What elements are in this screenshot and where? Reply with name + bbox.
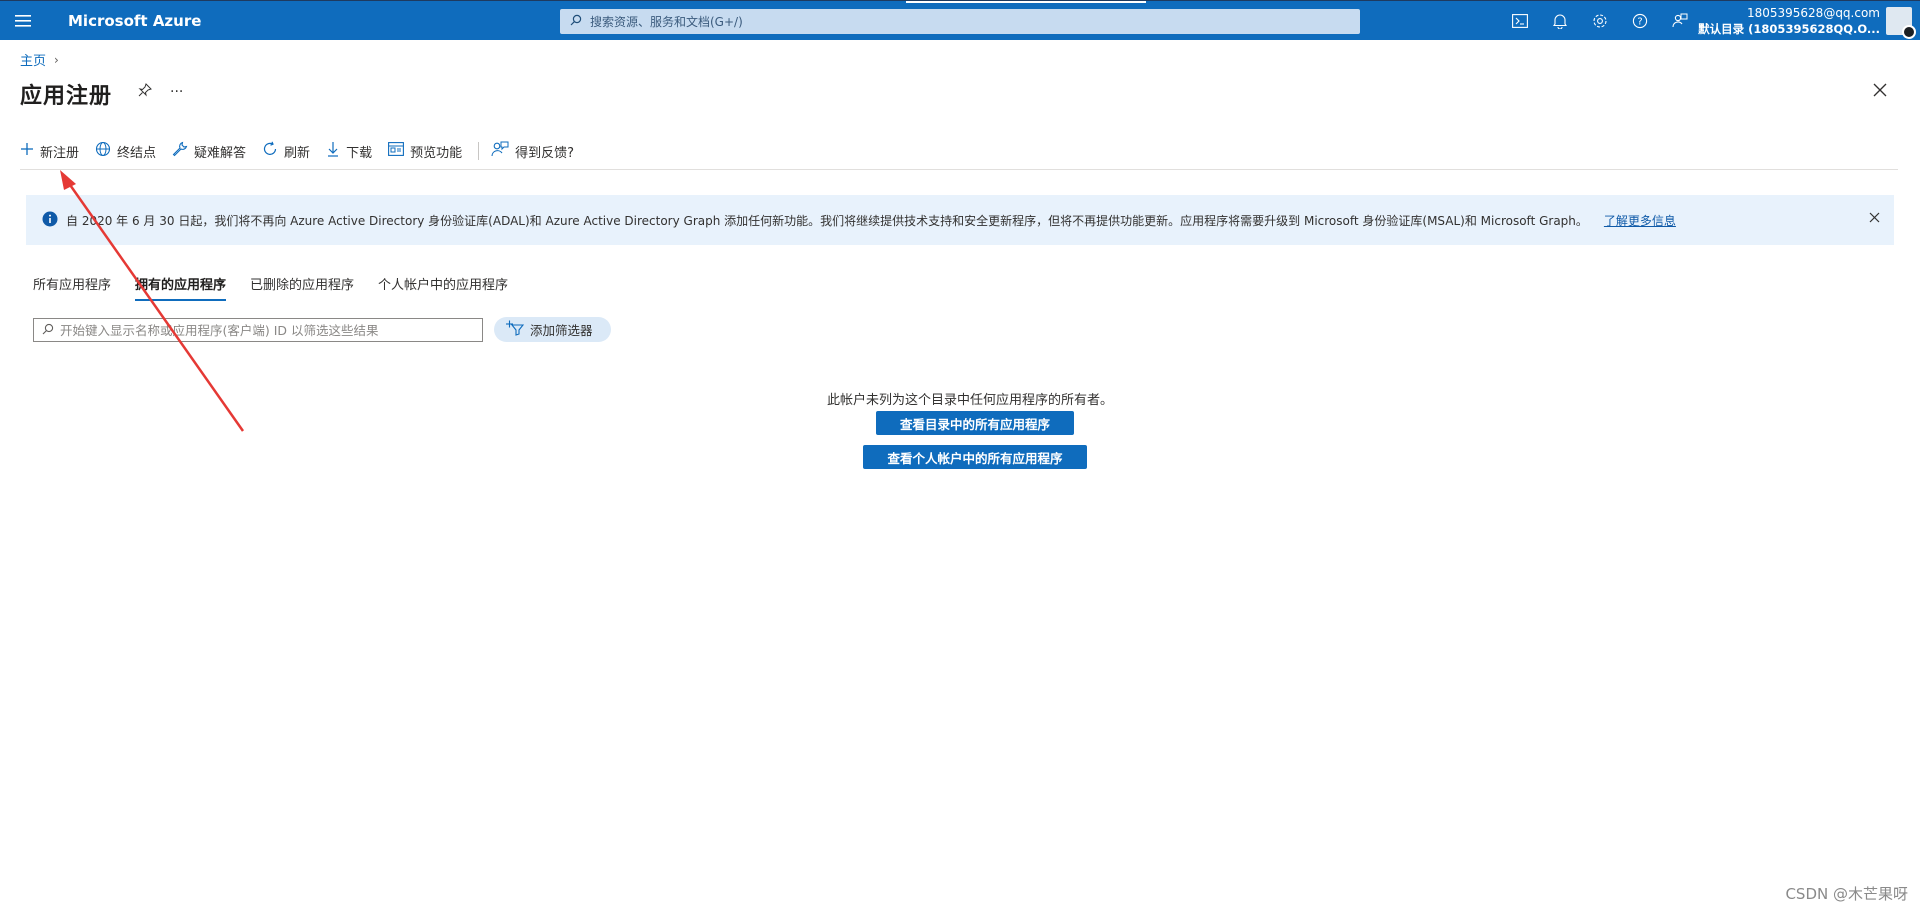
more-actions-button[interactable]: ··· bbox=[170, 84, 183, 100]
command-bar: 新注册 终结点 疑难解答 刷新 下载 预览功能 得到反馈? bbox=[20, 139, 590, 163]
breadcrumb-home-link[interactable]: 主页 bbox=[20, 50, 46, 69]
new-registration-button[interactable]: 新注册 bbox=[20, 142, 79, 161]
feedback-button[interactable]: 得到反馈? bbox=[491, 141, 574, 161]
hamburger-menu-icon[interactable] bbox=[0, 1, 46, 41]
toolbar-divider-line bbox=[20, 169, 1898, 170]
github-badge-icon bbox=[1902, 25, 1916, 39]
brand-title[interactable]: Microsoft Azure bbox=[68, 12, 201, 30]
refresh-icon bbox=[262, 141, 284, 161]
filter-add-icon bbox=[506, 320, 530, 339]
plus-icon bbox=[20, 142, 40, 160]
info-banner: 自 2020 年 6 月 30 日起，我们将不再向 Azure Active D… bbox=[26, 195, 1894, 245]
troubleshoot-button[interactable]: 疑难解答 bbox=[172, 141, 246, 161]
banner-text: 自 2020 年 6 月 30 日起，我们将不再向 Azure Active D… bbox=[66, 213, 1588, 228]
view-all-personal-apps-button[interactable]: 查看个人帐户中的所有应用程序 bbox=[863, 445, 1087, 469]
search-icon bbox=[570, 14, 582, 29]
account-email: 1805395628@qq.com bbox=[1746, 6, 1880, 20]
preview-features-button[interactable]: 预览功能 bbox=[388, 142, 462, 161]
chevron-right-icon: › bbox=[54, 52, 59, 67]
top-bar: Microsoft Azure 搜索资源、服务和文档(G+/) ? 180539… bbox=[0, 0, 1920, 40]
troubleshoot-label: 疑难解答 bbox=[194, 145, 247, 161]
search-placeholder: 搜索资源、服务和文档(G+/) bbox=[590, 15, 743, 29]
endpoints-button[interactable]: 终结点 bbox=[95, 141, 156, 161]
new-registration-label: 新注册 bbox=[40, 145, 80, 161]
add-filter-label: 添加筛选器 bbox=[530, 323, 593, 338]
preview-features-label: 预览功能 bbox=[410, 145, 463, 161]
close-icon[interactable] bbox=[1872, 82, 1892, 102]
gear-icon[interactable] bbox=[1580, 1, 1620, 41]
app-tabs: 所有应用程序 拥有的应用程序 已删除的应用程序 个人帐户中的应用程序 bbox=[33, 274, 532, 301]
account-directory: 默认目录 (1805395628QQ.O... bbox=[1698, 22, 1880, 36]
info-icon bbox=[42, 211, 58, 230]
pin-icon[interactable] bbox=[138, 82, 152, 101]
download-icon bbox=[326, 141, 346, 161]
avatar[interactable] bbox=[1886, 7, 1916, 39]
cloud-shell-icon[interactable] bbox=[1500, 1, 1540, 41]
view-all-directory-apps-button[interactable]: 查看目录中的所有应用程序 bbox=[876, 411, 1074, 435]
page-title: 应用注册 bbox=[20, 84, 113, 109]
bell-icon[interactable] bbox=[1540, 1, 1580, 41]
help-icon[interactable]: ? bbox=[1620, 1, 1660, 41]
header-icons: ? bbox=[1500, 1, 1700, 41]
title-actions: ··· bbox=[138, 82, 183, 101]
feedback-person-icon bbox=[491, 141, 515, 161]
tab-owned-applications[interactable]: 拥有的应用程序 bbox=[135, 274, 227, 301]
learn-more-link[interactable]: 了解更多信息 bbox=[1604, 212, 1676, 229]
account-info[interactable]: 1805395628@qq.com 默认目录 (1805395628QQ.O..… bbox=[1698, 5, 1880, 37]
add-filter-button[interactable]: 添加筛选器 bbox=[494, 317, 611, 342]
empty-state-message: 此帐户未列为这个目录中任何应用程序的所有者。 bbox=[826, 393, 1113, 408]
svg-text:?: ? bbox=[1637, 17, 1642, 28]
refresh-button[interactable]: 刷新 bbox=[262, 141, 310, 161]
global-search[interactable]: 搜索资源、服务和文档(G+/) bbox=[560, 9, 1360, 34]
endpoints-label: 终结点 bbox=[117, 145, 157, 161]
download-button[interactable]: 下载 bbox=[326, 141, 372, 161]
filter-input[interactable] bbox=[60, 322, 470, 338]
refresh-label: 刷新 bbox=[284, 145, 311, 161]
search-icon bbox=[34, 323, 60, 338]
watermark: CSDN @木芒果呀 bbox=[1785, 885, 1908, 903]
breadcrumb: 主页 › bbox=[20, 50, 59, 70]
tab-all-applications[interactable]: 所有应用程序 bbox=[33, 274, 111, 301]
download-label: 下载 bbox=[346, 145, 373, 161]
top-strip bbox=[906, 1, 1146, 3]
tab-deleted-applications[interactable]: 已删除的应用程序 bbox=[250, 274, 354, 301]
banner-close-icon[interactable] bbox=[1869, 212, 1880, 226]
feedback-label: 得到反馈? bbox=[515, 145, 574, 161]
feedback-icon[interactable] bbox=[1660, 1, 1700, 41]
tab-personal-account-applications[interactable]: 个人帐户中的应用程序 bbox=[378, 274, 508, 301]
globe-icon bbox=[95, 141, 117, 161]
preview-icon bbox=[388, 142, 410, 160]
toolbar-divider bbox=[478, 142, 480, 160]
filter-search-box bbox=[33, 318, 483, 342]
wrench-icon bbox=[172, 141, 194, 161]
